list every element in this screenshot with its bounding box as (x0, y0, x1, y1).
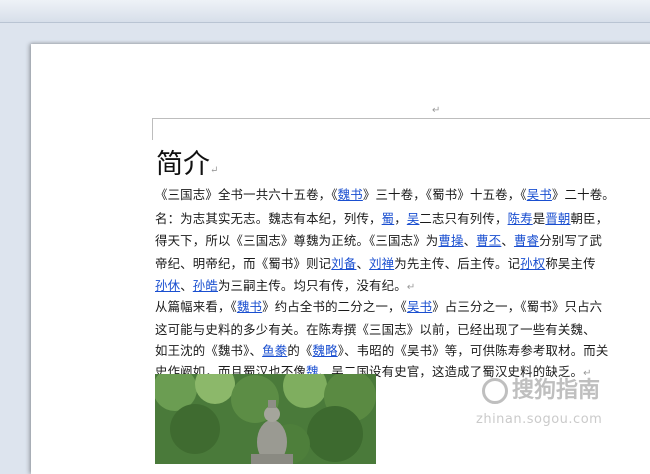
document-line[interactable]: 帝纪、明帝纪，而《蜀书》则记刘备、刘禅为先主传、后主传。记孙权称吴主传 (155, 254, 596, 272)
text-run: 帝纪、明帝纪，而《蜀书》则记 (155, 256, 332, 271)
margin-guide (152, 118, 153, 140)
hyperlink[interactable]: 刘禅 (369, 256, 394, 271)
heading-title[interactable]: 简介↵ (156, 142, 218, 181)
document-line[interactable]: 名：为志其实无志。魏志有本纪，列传，蜀，吴二志只有列传，陈寿是晋朝朝臣， (155, 209, 608, 227)
text-run: 如王沈的《魏书》、 (155, 343, 263, 358)
hyperlink[interactable]: 魏略 (313, 343, 338, 358)
text-run: 》占三分之一，《蜀书》只占六 (432, 299, 603, 314)
hyperlink[interactable]: 魏书 (237, 299, 262, 314)
document-line[interactable]: 得天下，所以《三国志》尊魏为正统。《三国志》为曹操、曹丕、曹睿分别写了武 (155, 231, 602, 249)
hyperlink[interactable]: 孙皓 (193, 278, 218, 293)
watermark-logo: 搜狗指南 (482, 372, 600, 404)
text-run: 二志只有列传， (419, 211, 508, 226)
hyperlink[interactable]: 曹睿 (514, 233, 539, 248)
text-run: 名：为志其实无志。魏志有本纪，列传， (155, 211, 382, 226)
heading-text: 简介 (156, 149, 210, 180)
hyperlink[interactable]: 鱼豢 (262, 343, 287, 358)
text-run: 《三国志》全书一共六十五卷，《 (155, 187, 338, 202)
hyperlink[interactable]: 吴书 (527, 187, 552, 202)
document-line[interactable]: 这可能与史料的多少有关。在陈寿撰《三国志》以前，已经出现了一些有关魏、 (155, 320, 596, 338)
text-run: ， (394, 211, 407, 226)
text-run: 的《 (287, 343, 313, 358)
text-run: 为三嗣主传。均只有传，没有纪。 (217, 278, 407, 293)
document-line[interactable]: 孙休、孙皓为三嗣主传。均只有传，没有纪。↵ (155, 276, 415, 294)
text-run: 得天下，所以《三国志》尊魏为正统。《三国志》为 (155, 233, 439, 248)
ruler-bar (0, 0, 650, 23)
document-line[interactable]: 《三国志》全书一共六十五卷，《魏书》三十卷，《蜀书》十五卷，《吴书》二十卷。 (155, 185, 615, 203)
hyperlink[interactable]: 孙休 (155, 278, 180, 293)
watermark-url: zhinan.sogou.com (476, 412, 603, 427)
hyperlink[interactable]: 晋朝 (545, 211, 570, 226)
hyperlink[interactable]: 孙权 (520, 256, 545, 271)
statue-photo-image (155, 374, 376, 464)
text-run: 这可能与史料的多少有关。在陈寿撰《三国志》以前，已经出现了一些有关魏、 (155, 322, 596, 337)
margin-guide (152, 118, 650, 119)
text-run: 》二十卷。 (551, 187, 615, 202)
hyperlink[interactable]: 陈寿 (508, 211, 533, 226)
text-run: 是 (532, 211, 546, 226)
text-run: 、 (501, 233, 514, 248)
text-run: 为先主传、后主传。记 (394, 256, 521, 271)
hyperlink[interactable]: 曹操 (438, 233, 463, 248)
text-run: 》三十卷，《蜀书》十五卷，《 (362, 187, 527, 202)
text-run: 》、韦昭的《吴书》等，可供陈寿参考取材。而关 (337, 343, 609, 358)
text-run: 》约占全书的二分之一，《 (262, 299, 408, 314)
document-line[interactable]: 如王沈的《魏书》、鱼豢的《魏略》、韦昭的《吴书》等，可供陈寿参考取材。而关 (155, 341, 608, 359)
text-run: 从篇幅来看，《 (155, 299, 237, 314)
paragraph-mark-icon: ↵ (432, 105, 441, 116)
text-run: 、 (180, 278, 193, 293)
hyperlink[interactable]: 吴书 (407, 299, 432, 314)
text-run: 分别写了武 (539, 233, 603, 248)
paragraph-mark-icon: ↵ (406, 282, 416, 293)
statue-photo[interactable] (155, 374, 376, 464)
paragraph-mark-icon: ↵ (210, 165, 219, 176)
document-line[interactable]: 从篇幅来看，《魏书》约占全书的二分之一，《吴书》占三分之一，《蜀书》只占六 (155, 297, 602, 315)
hyperlink[interactable]: 魏书 (338, 187, 363, 202)
watermark-text: 搜狗指南 (512, 378, 601, 403)
hyperlink[interactable]: 吴 (407, 211, 420, 226)
hyperlink[interactable]: 蜀 (382, 211, 395, 226)
text-run: 、 (463, 233, 477, 248)
hyperlink[interactable]: 刘备 (331, 256, 356, 271)
text-run: 、 (356, 256, 370, 271)
text-run: 称吴主传 (545, 256, 596, 271)
hyperlink[interactable]: 曹丕 (476, 233, 501, 248)
sogou-logo-icon (482, 378, 508, 404)
text-run: 朝臣， (570, 211, 609, 226)
